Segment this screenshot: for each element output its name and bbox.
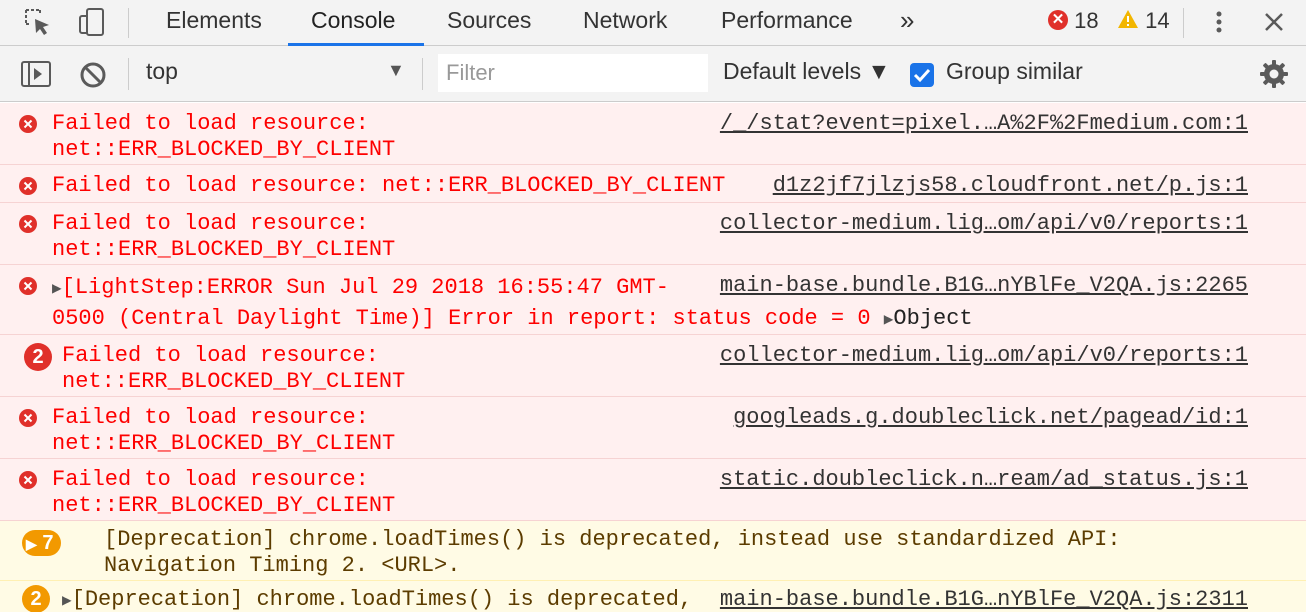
message-text: [Deprecation] chrome.loadTimes() is depr… <box>104 527 1121 578</box>
error-x-icon <box>19 115 37 133</box>
more-options-icon[interactable] <box>1203 6 1235 38</box>
more-tabs-button[interactable]: » <box>900 0 914 46</box>
repeat-count-badge: 2 <box>24 343 52 371</box>
context-dropdown-arrow-icon[interactable]: ▼ <box>387 60 405 81</box>
tab-sources[interactable]: Sources <box>447 0 531 46</box>
close-icon[interactable] <box>1258 6 1290 38</box>
console-message-error-group[interactable]: 2 Failed to load resource: net::ERR_BLOCK… <box>0 335 1306 397</box>
error-x-icon <box>19 277 37 295</box>
message-source-link[interactable]: /_/stat?event=pixel.…A%2F%2Fmedium.com:1 <box>720 111 1248 137</box>
inspect-element-icon[interactable] <box>22 6 54 38</box>
expand-triangle-icon[interactable]: ▶ <box>26 536 37 552</box>
error-x-icon <box>19 215 37 233</box>
settings-gear-icon[interactable] <box>1258 58 1290 90</box>
device-toolbar-icon[interactable] <box>76 6 108 38</box>
console-message-error[interactable]: Failed to load resource: net::ERR_BLOCKED… <box>0 203 1306 265</box>
error-count-icon: ✕ <box>1048 10 1068 31</box>
warning-counter[interactable]: 14 <box>1117 6 1170 36</box>
toolbar-divider <box>128 58 129 90</box>
devtools-tab-bar: Elements Console Sources Network Perform… <box>0 0 1306 46</box>
tab-network[interactable]: Network <box>583 0 667 46</box>
expand-triangle-icon[interactable]: ▶ <box>62 592 72 610</box>
checkmark-icon <box>913 68 931 83</box>
console-message-error[interactable]: ▶[LightStep:ERROR Sun Jul 29 2018 16:55:… <box>0 265 1306 335</box>
message-text: Failed to load resource: net::ERR_BLOCKE… <box>52 173 726 198</box>
expand-object-triangle-icon[interactable]: ▶ <box>884 311 894 329</box>
message-source-link[interactable]: main-base.bundle.B1G…nYBlFe_V2QA.js:2265 <box>720 273 1248 299</box>
console-message-error[interactable]: Failed to load resource: net::ERR_BLOCKED… <box>0 397 1306 459</box>
log-levels-dropdown[interactable]: Default levels ▼ <box>723 58 890 85</box>
error-x-icon <box>19 471 37 489</box>
console-message-error[interactable]: Failed to load resource: net::ERR_BLOCKE… <box>0 165 1306 203</box>
message-source-link[interactable]: static.doubleclick.n…ream/ad_status.js:1 <box>720 467 1248 493</box>
error-counter[interactable]: ✕ 18 <box>1048 6 1099 36</box>
expand-triangle-icon[interactable]: ▶ <box>52 280 62 298</box>
filter-input[interactable] <box>438 54 708 92</box>
message-source-link[interactable]: collector-medium.lig…om/api/v0/reports:1 <box>720 343 1248 369</box>
message-source-link[interactable]: googleads.g.doubleclick.net/pagead/id:1 <box>733 405 1248 431</box>
console-toolbar: top ▼ Default levels ▼ Group similar <box>0 46 1306 102</box>
message-source-link[interactable]: collector-medium.lig…om/api/v0/reports:1 <box>720 211 1248 237</box>
warning-triangle-icon <box>1118 10 1138 29</box>
group-similar-label[interactable]: Group similar <box>946 58 1083 85</box>
console-messages: Failed to load resource: net::ERR_BLOCKED… <box>0 103 1306 612</box>
console-message-error[interactable]: Failed to load resource: net::ERR_BLOCKED… <box>0 459 1306 521</box>
toolbar-divider <box>128 8 129 38</box>
message-source-link[interactable]: d1z2jf7jlzjs58.cloudfront.net/p.js:1 <box>773 173 1248 199</box>
console-message-error[interactable]: Failed to load resource: net::ERR_BLOCKED… <box>0 103 1306 165</box>
message-text: ▶[Deprecation] chrome.loadTimes() is dep… <box>62 587 693 612</box>
error-x-icon <box>19 409 37 427</box>
group-similar-checkbox[interactable] <box>910 63 934 87</box>
tab-elements[interactable]: Elements <box>166 0 262 46</box>
clear-console-icon[interactable] <box>78 60 108 90</box>
tab-console[interactable]: Console <box>311 0 395 46</box>
message-text: Failed to load resource: net::ERR_BLOCKED… <box>52 467 396 518</box>
error-x-icon <box>19 177 37 195</box>
toolbar-divider <box>422 58 423 90</box>
repeat-count-badge: 2 <box>22 585 50 612</box>
toolbar-divider <box>1183 8 1184 38</box>
context-selector[interactable]: top <box>146 58 178 85</box>
message-text: Failed to load resource: net::ERR_BLOCKED… <box>52 211 396 262</box>
message-text: Failed to load resource: net::ERR_BLOCKED… <box>62 343 406 394</box>
message-source-link[interactable]: main-base.bundle.B1G…nYBlFe_V2QA.js:2311 <box>720 587 1248 612</box>
message-text: Failed to load resource: net::ERR_BLOCKED… <box>52 405 396 456</box>
console-message-warning-group[interactable]: ▶ 7 [Deprecation] chrome.loadTimes() is … <box>0 521 1306 581</box>
show-sidebar-icon[interactable] <box>20 59 52 89</box>
message-text: Failed to load resource: net::ERR_BLOCKED… <box>52 111 396 162</box>
repeat-count-badge: ▶ 7 <box>22 530 62 556</box>
warning-count: 14 <box>1145 8 1170 33</box>
object-preview[interactable]: Object <box>893 306 972 331</box>
console-message-warning-group[interactable]: 2 ▶[Deprecation] chrome.loadTimes() is d… <box>0 581 1306 612</box>
tab-performance[interactable]: Performance <box>721 0 853 46</box>
error-count: 18 <box>1074 8 1099 33</box>
